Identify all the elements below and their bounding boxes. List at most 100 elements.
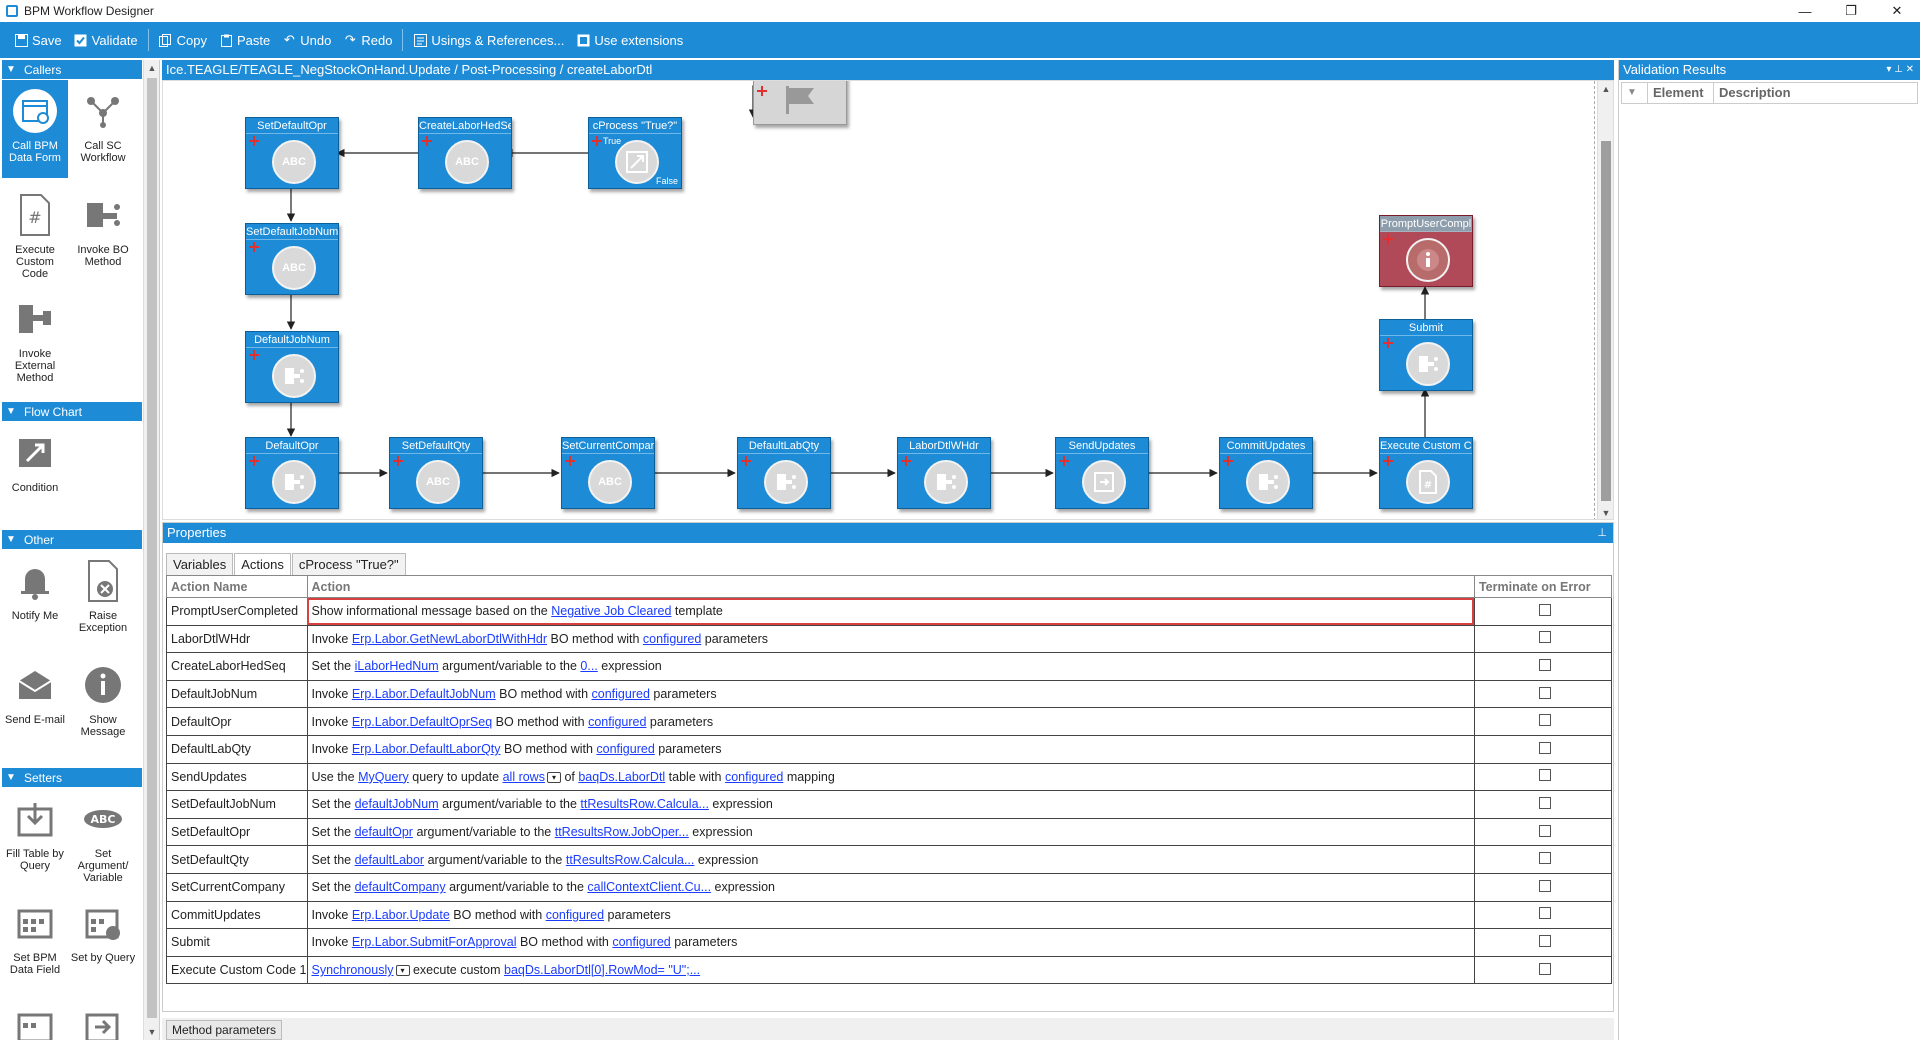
save-button[interactable]: Save [8,25,68,55]
terminate-on-error-checkbox[interactable] [1538,907,1551,920]
action-link[interactable]: ttResultsRow.Calcula... [580,797,709,811]
description-column-header[interactable]: Description [1714,83,1917,103]
palette-tool-partial[interactable] [2,996,68,1040]
action-link[interactable]: defaultOpr [355,825,413,839]
action-link[interactable]: Erp.Labor.GetNewLaborDtlWithHdr [352,632,547,646]
action-cell[interactable]: Set the defaultOpr argument/variable to … [306,817,1475,847]
terminate-on-error-checkbox[interactable] [1538,714,1551,727]
workflow-node-defaultopr[interactable]: DefaultOpr [245,437,339,509]
action-link[interactable]: configured [725,770,783,784]
table-row[interactable]: CreateLaborHedSeq Set the iLaborHedNum ar… [166,652,1613,681]
copy-button[interactable]: Copy [153,25,213,55]
terminate-on-error-checkbox[interactable] [1538,603,1551,616]
table-row[interactable]: SetDefaultQty Set the defaultLabor argume… [166,845,1613,874]
pin-icon[interactable]: ⊥ [1597,523,1607,543]
workflow-node-setcurrentcompany[interactable]: SetCurrentCompar ABC [561,437,655,509]
send-email-tool[interactable]: Send E-mail [2,654,68,752]
canvas-scrollbar[interactable]: ▲ ▼ [1597,81,1613,519]
terminate-on-error-checkbox[interactable] [1538,962,1551,975]
action-name-cell[interactable]: DefaultJobNum [166,679,308,709]
flow-chart-group-header[interactable]: ▼ Flow Chart [2,402,142,421]
workflow-node-setdefaultopr[interactable]: SetDefaultOpr ABC [245,117,339,189]
scrollbar-thumb[interactable] [1601,141,1611,501]
invoke-bo-method-tool[interactable]: Invoke BO Method [70,184,136,282]
notify-me-tool[interactable]: Notify Me [2,550,68,648]
call-sc-workflow-tool[interactable]: Call SC Workflow [70,80,136,178]
action-cell[interactable]: Invoke Erp.Labor.DefaultLaborQty BO meth… [306,734,1475,764]
workflow-node-cprocess-condition[interactable]: cProcess "True?" True False [588,117,682,189]
action-link[interactable]: defaultJobNum [355,797,439,811]
action-cell[interactable]: Invoke Erp.Labor.DefaultJobNum BO method… [306,679,1475,709]
action-link[interactable]: Erp.Labor.DefaultJobNum [352,687,496,701]
action-link[interactable]: Erp.Labor.DefaultOprSeq [352,715,492,729]
show-message-tool[interactable]: Show Message [70,654,136,752]
call-bpm-data-form-tool[interactable]: Call BPM Data Form [2,80,68,178]
terminate-on-error-checkbox[interactable] [1538,741,1551,754]
action-cell[interactable]: Set the defaultCompany argument/variable… [306,872,1475,902]
terminate-on-error-checkbox[interactable] [1538,879,1551,892]
workflow-node-setdefaultjobnum[interactable]: SetDefaultJobNum ABC [245,223,339,295]
set-argument-variable-tool[interactable]: ABC Set Argument/ Variable [70,788,136,886]
fill-table-by-query-tool[interactable]: Fill Table by Query [2,788,68,886]
undo-button[interactable]: ↶ Undo [276,25,337,55]
action-cell[interactable]: Synchronously ▾ execute custom baqDs.Labo… [306,955,1475,985]
table-row[interactable]: DefaultOpr Invoke Erp.Labor.DefaultOprSeq… [166,707,1613,736]
usings-references-button[interactable]: Usings & References... [407,25,570,55]
setters-group-header[interactable]: ▼ Setters [2,768,142,787]
table-row[interactable]: SetDefaultOpr Set the defaultOpr argument… [166,817,1613,847]
redo-button[interactable]: ↷ Redo [337,25,398,55]
action-link[interactable]: 0... [580,659,597,673]
action-link[interactable]: configured [643,632,701,646]
action-cell[interactable]: Invoke Erp.Labor.Update BO method with c… [306,900,1475,930]
scroll-down-icon[interactable]: ▼ [144,1024,160,1040]
action-name-cell[interactable]: DefaultLabQty [166,734,308,764]
table-row[interactable]: Execute Custom Code 1 Synchronously ▾ exec… [166,955,1613,985]
terminate-on-error-column-header[interactable]: Terminate on Error [1473,575,1613,598]
action-link[interactable]: Erp.Labor.SubmitForApproval [352,935,517,949]
close-button[interactable]: ✕ [1874,0,1920,22]
action-link[interactable]: Synchronously [312,963,394,977]
workflow-node-promptusercompleted[interactable]: PromptUserCompl [1379,215,1473,287]
validate-button[interactable]: Validate [68,25,144,55]
action-name-cell[interactable]: SendUpdates [166,762,308,792]
terminate-on-error-checkbox[interactable] [1538,852,1551,865]
tab-cprocess[interactable]: cProcess "True?" [291,553,406,575]
table-row[interactable]: SetDefaultJobNum Set the defaultJobNum ar… [166,790,1613,819]
action-link[interactable]: configured [592,687,650,701]
workflow-node-defaultjobnum[interactable]: DefaultJobNum [245,331,339,403]
action-name-cell[interactable]: Submit [166,928,308,957]
action-link[interactable]: configured [596,742,654,756]
chevron-down-icon[interactable]: ▾ [395,965,410,977]
table-row[interactable]: DefaultJobNum Invoke Erp.Labor.DefaultJob… [166,679,1613,709]
action-link[interactable]: baqDs.LaborDtl[0].RowMod= "U";... [504,963,700,977]
workflow-node-commitupdates[interactable]: CommitUpdates [1219,437,1313,509]
tab-actions[interactable]: Actions [234,553,291,575]
action-name-cell[interactable]: CreateLaborHedSeq [166,652,308,681]
element-column-header[interactable]: Element [1648,83,1714,103]
set-bpm-data-field-tool[interactable]: Set BPM Data Field [2,892,68,990]
condition-tool[interactable]: Condition [2,422,68,520]
action-name-cell[interactable]: SetDefaultQty [166,845,308,874]
use-extensions-button[interactable]: Use extensions [570,25,689,55]
workflow-node-execute-custom-code[interactable]: Execute Custom Co # [1379,437,1473,509]
action-link[interactable]: iLaborHedNum [355,659,439,673]
action-link[interactable]: Erp.Labor.Update [352,908,450,922]
scroll-up-icon[interactable]: ▲ [144,60,160,76]
tab-variables[interactable]: Variables [166,553,234,575]
action-link[interactable]: defaultCompany [355,880,446,894]
terminate-on-error-checkbox[interactable] [1538,796,1551,809]
action-link[interactable]: ttResultsRow.Calcula... [566,853,695,867]
terminate-on-error-checkbox[interactable] [1538,824,1551,837]
method-parameters-tab[interactable]: Method parameters [166,1020,283,1040]
terminate-on-error-checkbox[interactable] [1538,658,1551,671]
table-row[interactable]: Submit Invoke Erp.Labor.SubmitForApproval… [166,928,1613,957]
action-link[interactable]: callContextClient.Cu... [587,880,711,894]
invoke-external-method-tool[interactable]: Invoke External Method [2,288,68,386]
workflow-node-setdefaultqty[interactable]: SetDefaultQty ABC [389,437,483,509]
action-link[interactable]: Erp.Labor.DefaultLaborQty [352,742,501,756]
action-name-cell[interactable]: SetCurrentCompany [166,872,308,902]
callers-group-header[interactable]: ▼ Callers [2,60,142,79]
minimize-button[interactable]: — [1782,0,1828,22]
other-group-header[interactable]: ▼ Other [2,530,142,549]
action-name-cell[interactable]: SetDefaultJobNum [166,790,308,819]
